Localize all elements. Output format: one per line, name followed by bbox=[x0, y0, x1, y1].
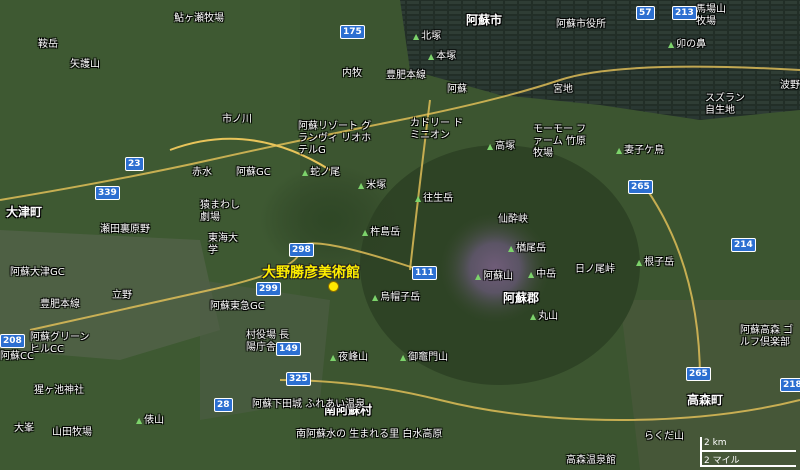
place-label: カドリー ドミニオン bbox=[410, 118, 464, 141]
place-label: 阿蘇リゾート グランヴィ リオホテルG bbox=[298, 121, 372, 156]
route-shield: 213 bbox=[672, 6, 697, 20]
peak-label: 妻子ケ鳥 bbox=[616, 146, 664, 156]
route-shield: 175 bbox=[340, 25, 365, 39]
route-shield: 214 bbox=[731, 238, 756, 252]
route-shield: 299 bbox=[256, 282, 281, 296]
peak-label: 米塚 bbox=[358, 181, 386, 191]
peak-label: 根子岳 bbox=[636, 258, 674, 268]
place-label: 阿蘇GC bbox=[236, 167, 271, 178]
poi-label-ono-museum[interactable]: 大野勝彦美術館 bbox=[262, 262, 360, 282]
railway-label: 豊肥本線 bbox=[386, 70, 426, 81]
station-label: 波野 bbox=[780, 80, 800, 91]
place-label: 大峯 bbox=[14, 423, 34, 434]
place-label: 猿まわし 劇場 bbox=[200, 200, 240, 223]
station-label: 赤水 bbox=[192, 167, 212, 178]
route-shield: 325 bbox=[286, 372, 311, 386]
poi-marker[interactable] bbox=[328, 281, 339, 292]
landmark-label: 南阿蘇水の 生まれる里 白水高原 bbox=[296, 429, 443, 440]
place-label: 東海大 学 bbox=[208, 233, 238, 256]
route-shield: 149 bbox=[276, 342, 301, 356]
place-label: 瀬田裏原野 bbox=[100, 224, 150, 235]
route-shield: 23 bbox=[125, 157, 144, 171]
town-label: 大津町 bbox=[6, 205, 43, 219]
place-label: 猩ヶ池神社 bbox=[34, 385, 84, 396]
landmark-label: 阿蘇市役所 bbox=[556, 19, 606, 30]
place-label: 馬場山 牧場 bbox=[696, 4, 726, 27]
map-scale: 2 km 2 マイル bbox=[700, 437, 796, 467]
peak-label: 御竈門山 bbox=[400, 353, 448, 363]
peak-label: 北塚 bbox=[413, 32, 441, 42]
route-shield: 298 bbox=[289, 243, 314, 257]
place-label: 阿蘇高森 ゴルフ倶楽部 bbox=[740, 325, 794, 348]
place-label: 阿蘇CC bbox=[0, 351, 34, 362]
peak-label: 丸山 bbox=[530, 312, 558, 322]
route-shield: 218 bbox=[780, 378, 800, 392]
route-shield: 208 bbox=[0, 334, 25, 348]
station-label: 阿蘇 bbox=[447, 84, 467, 95]
place-label: 山田牧場 bbox=[52, 427, 92, 438]
peak-label: 蛇ノ尾 bbox=[302, 168, 340, 178]
place-label: 阿蘇大津GC bbox=[10, 267, 65, 278]
peak-label: 烏帽子岳 bbox=[372, 293, 420, 303]
station-label: 立野 bbox=[112, 290, 132, 301]
landmark-label: 阿蘇下田城 ふれあい温泉 bbox=[252, 399, 366, 410]
peak-label: 往生岳 bbox=[415, 194, 453, 204]
station-label: 宮地 bbox=[553, 84, 573, 95]
peak-label: 阿蘇山 bbox=[475, 272, 513, 282]
peak-label: 夜峰山 bbox=[330, 353, 368, 363]
town-label: 高森町 bbox=[687, 393, 724, 407]
route-shield: 111 bbox=[412, 266, 437, 280]
railway-label: 豊肥本線 bbox=[40, 299, 80, 310]
town-label: 阿蘇郡 bbox=[503, 291, 540, 305]
route-shield: 265 bbox=[628, 180, 653, 194]
peak-label: 中岳 bbox=[528, 270, 556, 280]
peak-label: 本塚 bbox=[428, 52, 456, 62]
place-label: モーモー ファーム 竹原牧場 bbox=[533, 124, 587, 159]
station-label: 内牧 bbox=[342, 68, 362, 79]
place-label: スズラン 自生地 bbox=[705, 93, 745, 116]
route-shield: 57 bbox=[636, 6, 655, 20]
town-label: 阿蘇市 bbox=[466, 13, 503, 27]
place-label: 高森温泉館 bbox=[566, 455, 616, 466]
peak-label: 楢尾岳 bbox=[508, 244, 546, 254]
place-label: らくだ山 bbox=[644, 431, 684, 442]
peak-label: 杵島岳 bbox=[362, 228, 400, 238]
place-label: 阿蘇東急GC bbox=[210, 301, 265, 312]
peak-label: 高塚 bbox=[487, 142, 515, 152]
peak-label: 矢護山 bbox=[70, 59, 100, 70]
place-label: 鮎ヶ瀬牧場 bbox=[174, 13, 224, 24]
peak-label: 卯の鼻 bbox=[668, 40, 706, 50]
route-shield: 339 bbox=[95, 186, 120, 200]
station-label: 市ノ川 bbox=[222, 114, 252, 125]
route-shield: 265 bbox=[686, 367, 711, 381]
peak-label: 鞍岳 bbox=[38, 39, 58, 50]
landmark-label: 仙酔峡 bbox=[498, 214, 528, 225]
map-view[interactable]: 阿蘇市 大津町 南阿蘇村 阿蘇郡 高森町 阿蘇市役所 内牧 阿蘇 宮地 市ノ川 … bbox=[0, 0, 800, 470]
place-label: 日ノ尾峠 bbox=[575, 264, 615, 275]
route-shield: 28 bbox=[214, 398, 233, 412]
peak-label: 俵山 bbox=[136, 416, 164, 426]
place-label: 阿蘇グリーン ヒルCC bbox=[30, 332, 90, 355]
